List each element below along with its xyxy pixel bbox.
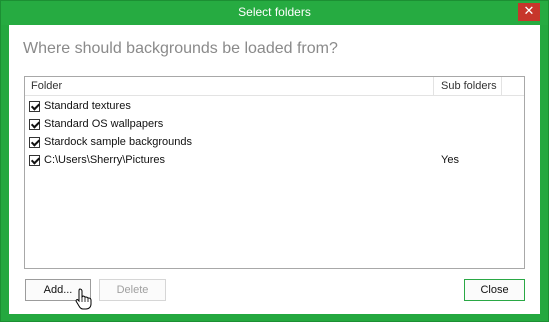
- title-bar[interactable]: Select folders ✕: [1, 1, 548, 25]
- column-divider[interactable]: [433, 77, 434, 95]
- folder-name: Stardock sample backgrounds: [44, 136, 192, 148]
- sub-folders-value: Yes: [441, 154, 459, 166]
- list-item[interactable]: Stardock sample backgrounds: [29, 135, 519, 153]
- folder-name: Standard textures: [44, 100, 131, 112]
- list-item[interactable]: C:\Users\Sherry\Pictures Yes: [29, 153, 519, 171]
- checkbox[interactable]: [29, 137, 40, 148]
- column-header-sub-folders[interactable]: Sub folders: [441, 80, 497, 92]
- list-header: Folder Sub folders: [25, 77, 524, 96]
- folder-list[interactable]: Folder Sub folders Standard textures Sta…: [24, 76, 525, 269]
- list-item[interactable]: Standard OS wallpapers: [29, 117, 519, 135]
- folder-name: C:\Users\Sherry\Pictures: [44, 154, 166, 166]
- dialog-window: Select folders ✕ Where should background…: [0, 0, 549, 322]
- hand-cursor-icon: [75, 288, 92, 310]
- close-icon[interactable]: ✕: [518, 3, 540, 21]
- delete-button[interactable]: Delete: [99, 279, 166, 301]
- checkbox[interactable]: [29, 155, 40, 166]
- list-item[interactable]: Standard textures: [29, 99, 519, 117]
- checkbox[interactable]: [29, 101, 40, 112]
- column-header-folder[interactable]: Folder: [31, 80, 62, 92]
- close-button[interactable]: Close: [464, 279, 525, 301]
- checkbox[interactable]: [29, 119, 40, 130]
- page-title: Where should backgrounds be loaded from?: [23, 40, 338, 57]
- column-divider[interactable]: [501, 77, 502, 95]
- window-title: Select folders: [238, 5, 311, 19]
- folder-name: Standard OS wallpapers: [44, 118, 164, 130]
- dialog-content: Where should backgrounds be loaded from?…: [9, 25, 540, 314]
